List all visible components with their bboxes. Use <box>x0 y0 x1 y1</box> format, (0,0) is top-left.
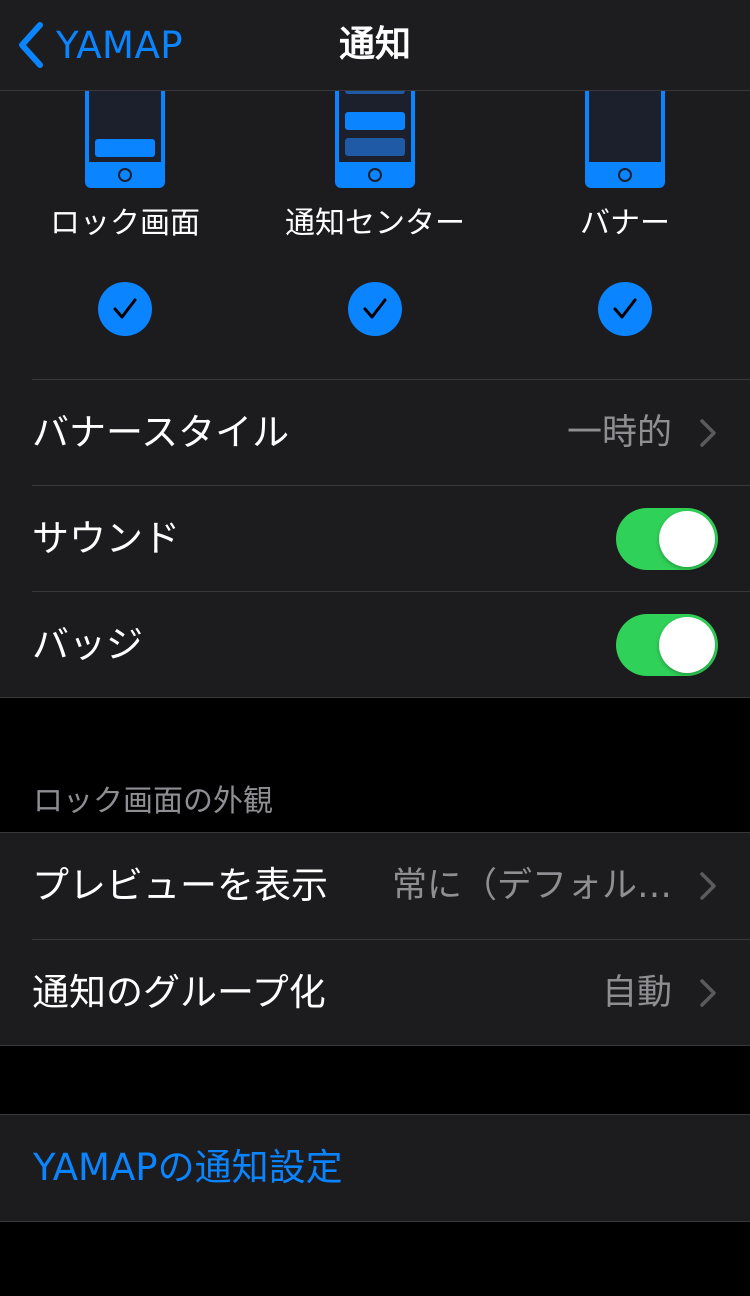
app-settings-group: YAMAPの通知設定 <box>0 1114 750 1222</box>
banner-style-row[interactable]: バナースタイル 一時的 <box>32 379 750 486</box>
alert-label-lock-screen: ロック画面 <box>50 206 200 241</box>
checkmark-icon <box>363 298 387 319</box>
sounds-label: サウンド <box>32 517 180 560</box>
show-previews-value: 常に（デフォル… <box>391 866 672 906</box>
lock-screen-appearance-header: ロック画面の外観 <box>33 784 273 819</box>
notification-grouping-row[interactable]: 通知のグループ化 自動 <box>32 939 750 1046</box>
alert-label-banner: バナー <box>580 206 670 241</box>
show-previews-label: プレビューを表示 <box>32 864 328 907</box>
sounds-row: サウンド <box>32 485 750 592</box>
toggle-knob <box>659 617 715 673</box>
banner-phone-icon <box>585 84 665 188</box>
chevron-right-icon <box>700 419 716 447</box>
banner-style-value: 一時的 <box>566 413 672 453</box>
banner-style-label: バナースタイル <box>32 411 290 454</box>
lock-screen-appearance-group: プレビューを表示 常に（デフォル… 通知のグループ化 自動 <box>0 832 750 1046</box>
notification-center-phone-icon <box>335 84 415 188</box>
checkmark-icon <box>613 298 637 319</box>
page-title: 通知 <box>338 24 411 65</box>
notification-center-checkbox[interactable] <box>348 282 402 336</box>
alerts-section: ロック画面 通知センター バナー バナースタイル 一時的 サウンド バッジ <box>0 84 750 698</box>
navigation-bar: YAMAP 通知 <box>0 0 750 91</box>
badges-label: バッジ <box>32 623 143 666</box>
notification-grouping-label: 通知のグループ化 <box>32 971 326 1014</box>
sounds-toggle[interactable] <box>616 508 718 570</box>
badges-row: バッジ <box>32 591 750 698</box>
toggle-knob <box>659 511 715 567</box>
chevron-right-icon <box>700 979 716 1007</box>
alert-label-notification-center: 通知センター <box>285 206 465 241</box>
badges-toggle[interactable] <box>616 614 718 676</box>
notification-grouping-value: 自動 <box>601 973 672 1013</box>
checkmark-icon <box>113 298 137 319</box>
show-previews-row[interactable]: プレビューを表示 常に（デフォル… <box>32 833 750 939</box>
lock-screen-checkbox[interactable] <box>98 282 152 336</box>
banner-checkbox[interactable] <box>598 282 652 336</box>
lock-screen-phone-icon <box>85 84 165 188</box>
chevron-right-icon <box>700 872 716 900</box>
app-notification-settings-link[interactable]: YAMAPの通知設定 <box>33 1115 343 1221</box>
